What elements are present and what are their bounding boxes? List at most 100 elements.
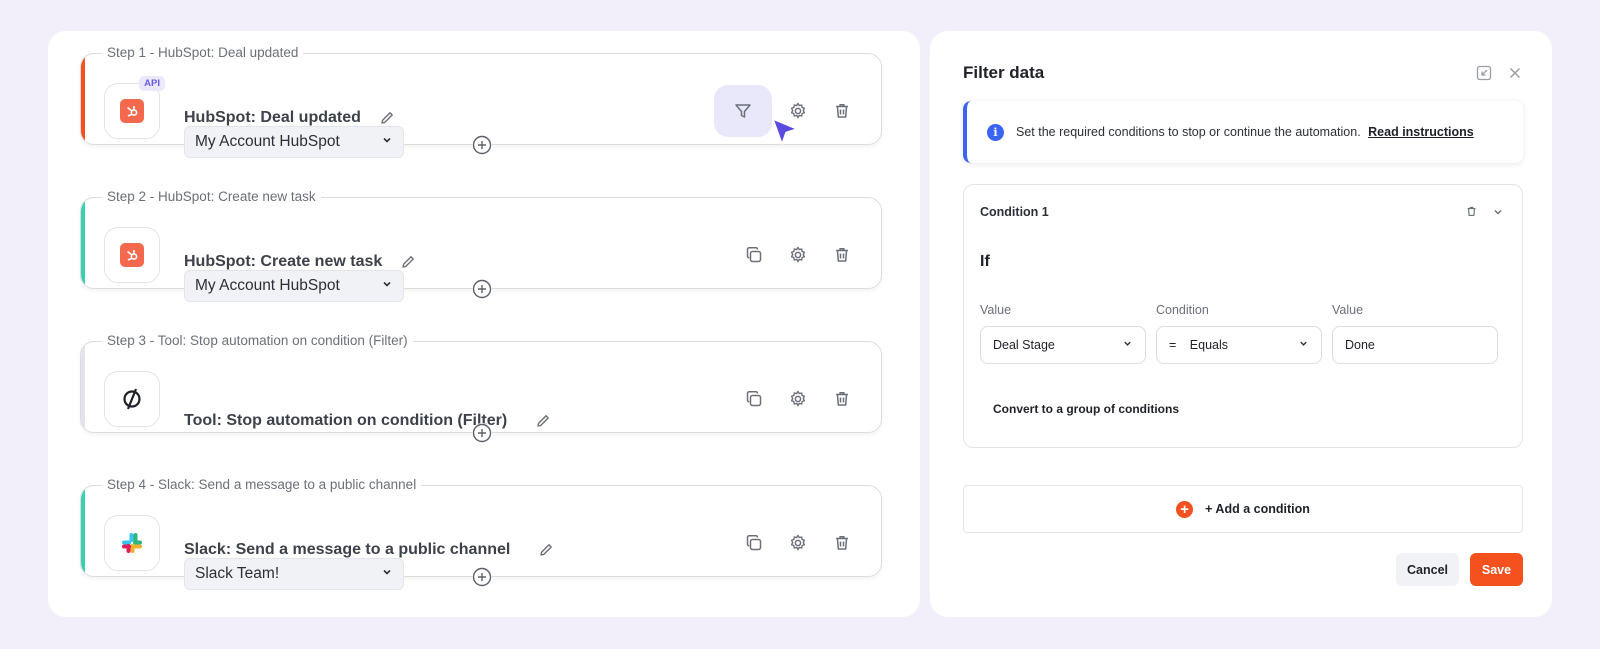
step-title: HubSpot: Create new task [184,253,416,271]
step-title-text: Tool: Stop automation on condition (Filt… [184,412,508,429]
add-step-button[interactable] [472,135,492,155]
info-text: Set the required conditions to stop or c… [1016,125,1361,139]
value2-input[interactable]: Done [1332,326,1498,364]
condition-select[interactable]: = Equals [1156,326,1322,364]
copy-icon [746,246,762,263]
add-condition-label: + Add a condition [1205,502,1310,516]
account-select[interactable]: Slack Team! [184,558,404,590]
step-title: Slack: Send a message to a public channe… [184,541,554,559]
filter-data-panel: Filter data i Set the required condition… [930,31,1552,617]
filter-tool-icon [104,371,160,427]
trash-icon [836,536,848,550]
pencil-icon[interactable] [400,254,416,270]
chevron-down-icon [1122,338,1133,352]
condition-actions [1465,205,1504,223]
trash-icon[interactable] [1465,205,1478,223]
mouse-cursor-icon [768,115,802,154]
step-actions [736,371,860,427]
step-accent-bar [81,486,85,576]
gear-icon [790,534,806,551]
copy-icon [746,390,762,407]
duplicate-button[interactable] [736,525,772,561]
add-condition-button[interactable]: + + Add a condition [963,485,1523,533]
delete-button[interactable] [824,93,860,129]
step-3: Step 3 - Tool: Stop automation on condit… [80,319,882,443]
plus-circle-icon [472,567,492,587]
account-select-value: My Account HubSpot [195,277,340,294]
value-select[interactable]: Deal Stage [980,326,1146,364]
step-4: Step 4 - Slack: Send a message to a publ… [80,463,882,590]
info-banner: i Set the required conditions to stop or… [963,101,1523,163]
chevron-down-icon[interactable] [1492,205,1504,223]
value2-input-text: Done [1345,338,1375,352]
account-select-value: Slack Team! [195,565,280,582]
step-actions [736,515,860,571]
duplicate-button[interactable] [736,237,772,273]
step-title-text: Slack: Send a message to a public channe… [184,541,511,558]
step-label: Step 4 - Slack: Send a message to a publ… [102,477,422,492]
filter-icon [735,104,751,118]
chevron-down-icon [381,277,393,295]
condition-select-text: Equals [1189,338,1229,352]
filter-button[interactable] [714,85,772,137]
close-icon[interactable] [1508,66,1522,85]
chevron-down-icon [381,565,393,583]
account-select-value: My Account HubSpot [195,133,340,150]
panel-header-actions [1476,65,1522,86]
read-instructions-link[interactable]: Read instructions [1368,125,1474,139]
collapse-icon[interactable] [1476,65,1492,86]
api-badge: API [139,76,165,91]
settings-button[interactable] [780,525,816,561]
save-button[interactable]: Save [1470,553,1523,586]
duplicate-button[interactable] [736,381,772,417]
plus-circle-icon [472,279,492,299]
account-select[interactable]: My Account HubSpot [184,270,404,302]
step-2: Step 2 - HubSpot: Create new task HubSpo… [80,175,882,302]
hubspot-icon: API [104,76,165,139]
if-label: If [980,253,990,270]
value-select-text: Deal Stage [993,338,1055,352]
settings-button[interactable] [780,237,816,273]
step-label: Step 2 - HubSpot: Create new task [102,189,321,204]
step-title-text: HubSpot: Create new task [184,253,383,270]
step-title: HubSpot: Deal updated [184,109,395,127]
chevron-down-icon [381,133,393,151]
delete-button[interactable] [824,525,860,561]
automation-steps-panel: Step 1 - HubSpot: Deal updated API HubSp… [48,31,920,617]
add-step-button[interactable] [472,567,492,587]
convert-to-group-link[interactable]: Convert to a group of conditions [993,402,1179,416]
delete-button[interactable] [824,381,860,417]
info-icon: i [987,123,1004,141]
trash-icon [836,104,848,118]
condition-label: Condition [1156,303,1209,317]
step-title: Tool: Stop automation on condition (Filt… [184,412,551,430]
add-step-button[interactable] [472,423,492,443]
equals-sign: = [1169,338,1177,352]
plus-icon: + [1176,500,1194,518]
step-accent-bar [81,198,85,288]
step-accent-bar [81,54,85,144]
trash-icon [836,392,848,406]
cancel-button[interactable]: Cancel [1396,553,1459,586]
gear-icon [790,390,806,407]
account-select[interactable]: My Account HubSpot [184,126,404,158]
condition-card: Condition 1 If Value Condition Value Dea… [963,184,1523,448]
step-1: Step 1 - HubSpot: Deal updated API HubSp… [80,31,882,158]
step-label: Step 3 - Tool: Stop automation on condit… [102,333,413,348]
pencil-icon[interactable] [379,110,395,126]
step-title-text: HubSpot: Deal updated [184,109,361,126]
delete-button[interactable] [824,237,860,273]
plus-circle-icon [472,135,492,155]
step-label: Step 1 - HubSpot: Deal updated [102,45,304,60]
pencil-icon[interactable] [538,542,554,558]
chevron-down-icon [1298,338,1309,352]
value-label: Value [980,303,1012,317]
step-accent-bar [81,342,85,432]
copy-icon [746,534,762,551]
settings-button[interactable] [780,381,816,417]
add-step-button[interactable] [472,279,492,299]
panel-title: Filter data [963,63,1045,82]
pencil-icon[interactable] [535,413,551,429]
step-actions [736,227,860,283]
plus-circle-icon [472,423,492,443]
